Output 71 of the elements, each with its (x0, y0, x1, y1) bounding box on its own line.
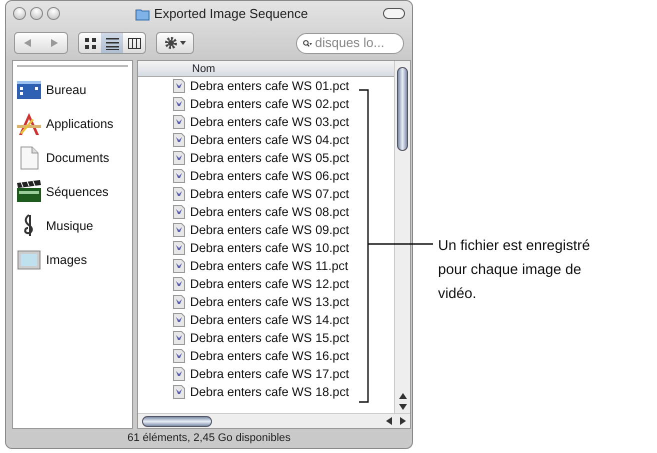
image-file-icon (173, 169, 185, 183)
file-name[interactable]: Debra enters cafe WS 12.pct (190, 274, 350, 294)
sidebar-item[interactable]: Bureau (13, 73, 132, 107)
image-file-icon (173, 223, 185, 237)
image-file-icon (173, 331, 185, 345)
grid-icon (84, 36, 96, 50)
image-file-icon (173, 205, 185, 219)
clapperboard-icon (16, 179, 42, 205)
scroll-down-icon[interactable] (399, 404, 407, 410)
list-icon (106, 36, 118, 50)
image-file-icon (173, 277, 185, 291)
image-file-icon (173, 133, 185, 147)
zoom-button[interactable] (47, 7, 60, 20)
image-file-icon (173, 313, 185, 327)
image-file-icon (173, 241, 185, 255)
file-name[interactable]: Debra enters cafe WS 18.pct (190, 382, 350, 402)
image-file-icon (173, 259, 185, 273)
file-name[interactable]: Debra enters cafe WS 06.pct (190, 166, 350, 186)
sidebar-item[interactable]: Séquences (13, 175, 132, 209)
file-name[interactable]: Debra enters cafe WS 10.pct (190, 238, 350, 258)
window-title: Exported Image Sequence (154, 4, 308, 23)
sidebar-item[interactable]: Applications (13, 107, 132, 141)
image-file-icon (173, 295, 185, 309)
file-name[interactable]: Debra enters cafe WS 05.pct (190, 148, 350, 168)
sidebar-item[interactable]: Musique (13, 209, 132, 243)
scroll-thumb[interactable] (397, 67, 408, 151)
back-icon (24, 39, 32, 47)
list-view-button[interactable] (101, 33, 123, 53)
horizontal-scrollbar[interactable] (138, 413, 410, 428)
image-file-icon (173, 187, 185, 201)
file-name[interactable]: Debra enters cafe WS 07.pct (190, 184, 350, 204)
file-name[interactable]: Debra enters cafe WS 16.pct (190, 346, 350, 366)
file-name[interactable]: Debra enters cafe WS 15.pct (190, 328, 350, 348)
columns-icon (128, 36, 140, 50)
vertical-scrollbar[interactable] (394, 61, 410, 413)
toolbar-toggle-button[interactable] (383, 8, 405, 19)
column-header[interactable]: Nom (138, 61, 394, 77)
file-name[interactable]: Debra enters cafe WS 17.pct (190, 364, 350, 384)
image-file-icon (173, 367, 185, 381)
scroll-up-icon[interactable] (399, 393, 407, 399)
file-name[interactable]: Debra enters cafe WS 01.pct (190, 76, 350, 96)
sidebar-item[interactable]: Images (13, 243, 132, 277)
search-icon (303, 38, 312, 48)
minimize-button[interactable] (30, 7, 43, 20)
file-name[interactable]: Debra enters cafe WS 08.pct (190, 202, 350, 222)
file-name[interactable]: Debra enters cafe WS 04.pct (190, 130, 350, 150)
close-button[interactable] (13, 7, 26, 20)
callout-text: Un fichier est enregistré pour chaque image de vidéo. (438, 237, 591, 304)
folder-icon (135, 6, 150, 20)
file-name[interactable]: Debra enters cafe WS 11.pct (190, 256, 348, 276)
image-file-icon (173, 79, 185, 93)
file-name[interactable]: Debra enters cafe WS 09.pct (190, 220, 350, 240)
file-name[interactable]: Debra enters cafe WS 02.pct (190, 94, 350, 114)
status-text: 61 éléments, 2,45 Go disponibles (127, 431, 291, 446)
file-name[interactable]: Debra enters cafe WS 13.pct (190, 292, 350, 312)
image-file-icon (173, 151, 185, 165)
sidebar-item[interactable]: Documents (13, 141, 132, 175)
search-field[interactable]: disques lo... (296, 32, 404, 54)
applications-icon (16, 111, 42, 137)
image-file-icon (173, 97, 185, 111)
caret-icon (180, 41, 186, 45)
image-file-icon (173, 385, 185, 399)
file-name[interactable]: Debra enters cafe WS 14.pct (190, 310, 350, 330)
scroll-left-icon[interactable] (386, 417, 392, 425)
image-file-icon (173, 115, 185, 129)
image-file-icon (173, 349, 185, 363)
file-name[interactable]: Debra enters cafe WS 03.pct (190, 112, 350, 132)
scroll-right-icon[interactable] (400, 417, 406, 425)
gear-icon (164, 36, 178, 50)
scroll-thumb[interactable] (142, 416, 212, 426)
forward-icon (50, 39, 58, 47)
